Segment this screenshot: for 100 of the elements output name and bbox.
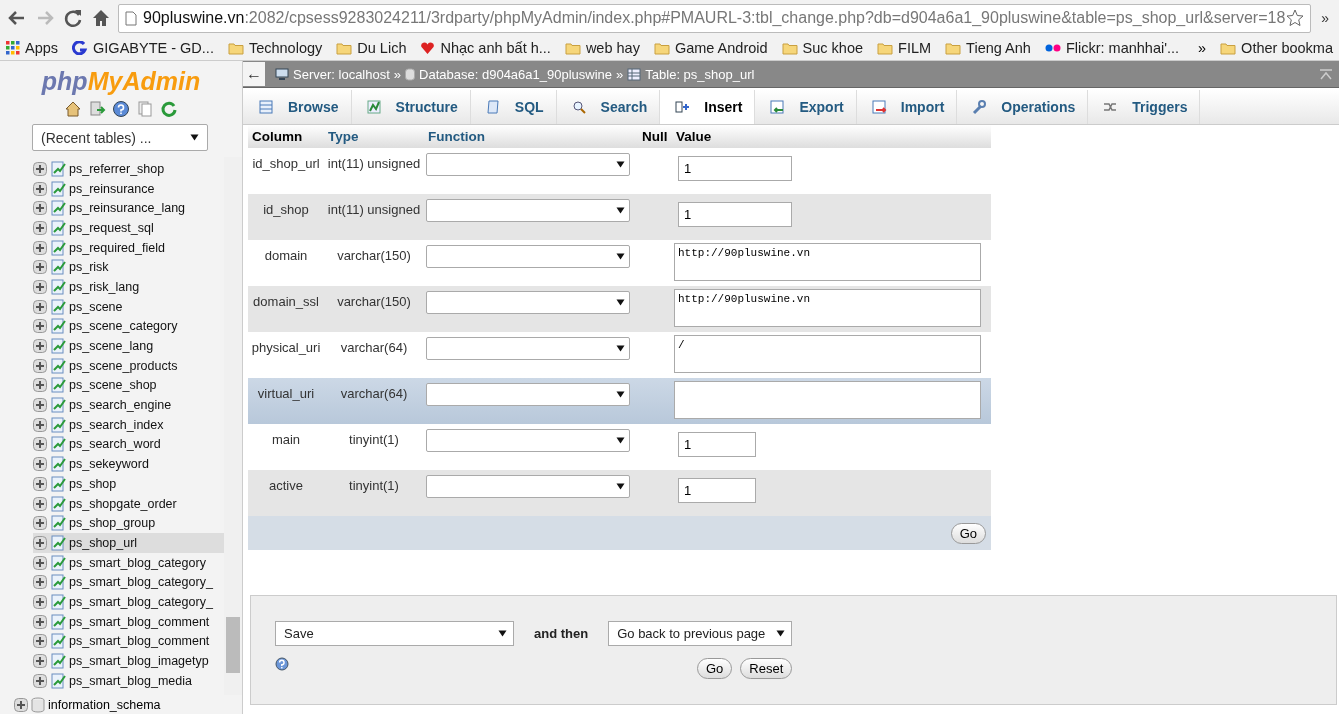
tab[interactable]: Operations [957,90,1089,124]
tab[interactable]: Structure [351,90,471,124]
bookmark[interactable]: Apps [6,40,59,56]
expand-icon[interactable] [33,299,47,314]
table-item[interactable]: ps_scene_shop [33,375,224,396]
value-field[interactable]: 1 [678,202,792,227]
collapse-button[interactable]: ← [243,62,265,86]
bookmarks-overflow[interactable]: » [1198,40,1207,56]
expand-icon[interactable] [33,496,47,511]
table-item[interactable]: ps_referrer_shop [33,159,224,179]
expand-icon[interactable] [33,634,47,649]
expand-icon[interactable] [33,654,47,669]
logo[interactable]: phpMyAdmin [0,67,242,96]
table-item[interactable]: ps_search_word [33,434,224,455]
database-link[interactable]: Database: d904a6a1_90pluswine [405,66,613,82]
tab[interactable]: Import [856,90,958,124]
table-item[interactable]: ps_scene_lang [33,336,224,356]
tab[interactable]: SQL [470,90,557,124]
value-field[interactable]: 1 [678,432,756,457]
expand-icon[interactable] [33,555,47,570]
reload-icon[interactable] [62,7,84,29]
help-icon[interactable] [112,100,130,118]
expand-icon[interactable] [33,575,47,590]
expand-icon[interactable] [33,457,47,472]
expand-icon[interactable] [33,398,47,413]
table-item[interactable]: ps_scene_category [33,316,224,337]
value-field[interactable]: 1 [678,156,792,181]
tab[interactable]: Triggers [1088,90,1201,124]
table-item[interactable]: ps_scene_products [33,355,224,376]
refresh-icon[interactable] [160,100,178,118]
database-item[interactable]: information_schema [0,695,242,714]
extensions-overflow[interactable]: » [1317,10,1333,26]
table-item[interactable]: ps_shop_group [33,513,224,534]
table-item[interactable]: ps_search_index [33,414,224,435]
bookmark[interactable]: Suc khoe [781,40,864,56]
tab[interactable]: Browse [244,90,352,124]
table-item[interactable]: ps_scene [33,296,224,317]
tab[interactable]: Export [755,90,857,124]
bookmark[interactable]: FILM [877,40,932,56]
expand-icon[interactable] [33,339,47,354]
table-link[interactable]: Table: ps_shop_url [627,66,755,82]
table-item[interactable]: ps_search_engine [33,395,224,415]
expand-icon[interactable] [33,437,47,452]
table-item[interactable]: ps_risk_lang [33,277,224,297]
bookmark[interactable]: web hay [564,40,640,56]
expand-icon[interactable] [14,698,28,712]
expand-icon[interactable] [33,279,47,294]
expand-icon[interactable] [33,161,47,176]
expand-icon[interactable] [33,673,47,688]
other-bookmarks[interactable]: Other bookma [1220,40,1333,56]
table-item[interactable]: ps_smart_blog_category_ [33,592,224,612]
help-icon[interactable] [275,656,289,671]
address-bar[interactable]: 90pluswine.vn:2082/cpsess9283024211/3rdparty/phpMyAdmin/index.php#PMAURL-3:tbl_change.php?db=d904a6a1_90pluswine&table=ps_shop_url&server=18 [118,3,1312,33]
value-field[interactable]: 1 [678,478,756,503]
table-item[interactable]: ps_smart_blog_comment [33,631,224,652]
recent-tables-dropdown[interactable]: (Recent tables) ... [32,124,208,151]
expand-icon[interactable] [33,319,47,334]
table-item[interactable]: ps_reinsurance_lang [33,198,224,219]
expand-icon[interactable] [33,260,47,275]
table-item[interactable]: ps_smart_blog_imagetyp [33,651,224,671]
expand-icon[interactable] [33,476,47,491]
bookmark[interactable]: Flickr: manhhai'... [1044,40,1180,56]
value-textarea[interactable]: http://90pluswine.vn [674,289,981,327]
bookmark[interactable]: Tieng Anh [945,40,1031,56]
bookmark[interactable]: Nhạc anh bất h... [420,40,551,56]
action-dropdown[interactable]: Save [275,621,514,646]
table-item[interactable]: ps_shop_url [33,533,224,553]
table-item[interactable]: ps_smart_blog_comment [33,611,224,632]
tab[interactable]: Insert [660,90,756,124]
bookmark[interactable]: Technology [227,40,323,56]
value-textarea[interactable]: / [674,335,981,373]
value-textarea[interactable]: http://90pluswine.vn [674,243,981,281]
expand-icon[interactable] [33,201,47,216]
bookmark[interactable]: Game Android [653,40,768,56]
expand-icon[interactable] [33,516,47,531]
server-link[interactable]: Server: localhost [275,66,390,82]
table-item[interactable]: ps_smart_blog_category [33,552,224,573]
bookmark[interactable]: Du Lich [336,40,407,56]
table-item[interactable]: ps_smart_blog_category_ [33,572,224,593]
go-button[interactable]: Go [950,522,986,544]
expand-icon[interactable] [33,358,47,373]
table-item[interactable]: ps_required_field [33,237,224,258]
expand-icon[interactable] [33,535,47,550]
reset-button[interactable]: Reset [740,658,793,679]
table-item[interactable]: ps_shopgate_order [33,493,224,514]
expand-icon[interactable] [33,378,47,393]
expand-icon[interactable] [33,220,47,235]
table-item[interactable]: ps_request_sql [33,218,224,238]
expand-icon[interactable] [33,240,47,255]
table-item[interactable]: ps_sekeyword [33,454,224,474]
expand-icon[interactable] [33,417,47,432]
table-item[interactable]: ps_shop [33,474,224,494]
home-icon[interactable] [64,100,82,118]
expand-icon[interactable] [33,594,47,609]
go-button[interactable]: Go [697,658,733,679]
bookmark[interactable]: GIGABYTE - GD... [72,40,214,56]
after-insert-dropdown[interactable]: Go back to previous page [608,621,793,646]
exit-icon[interactable] [88,100,106,118]
table-item[interactable]: ps_smart_blog_media [33,670,224,691]
expand-icon[interactable] [33,614,47,629]
